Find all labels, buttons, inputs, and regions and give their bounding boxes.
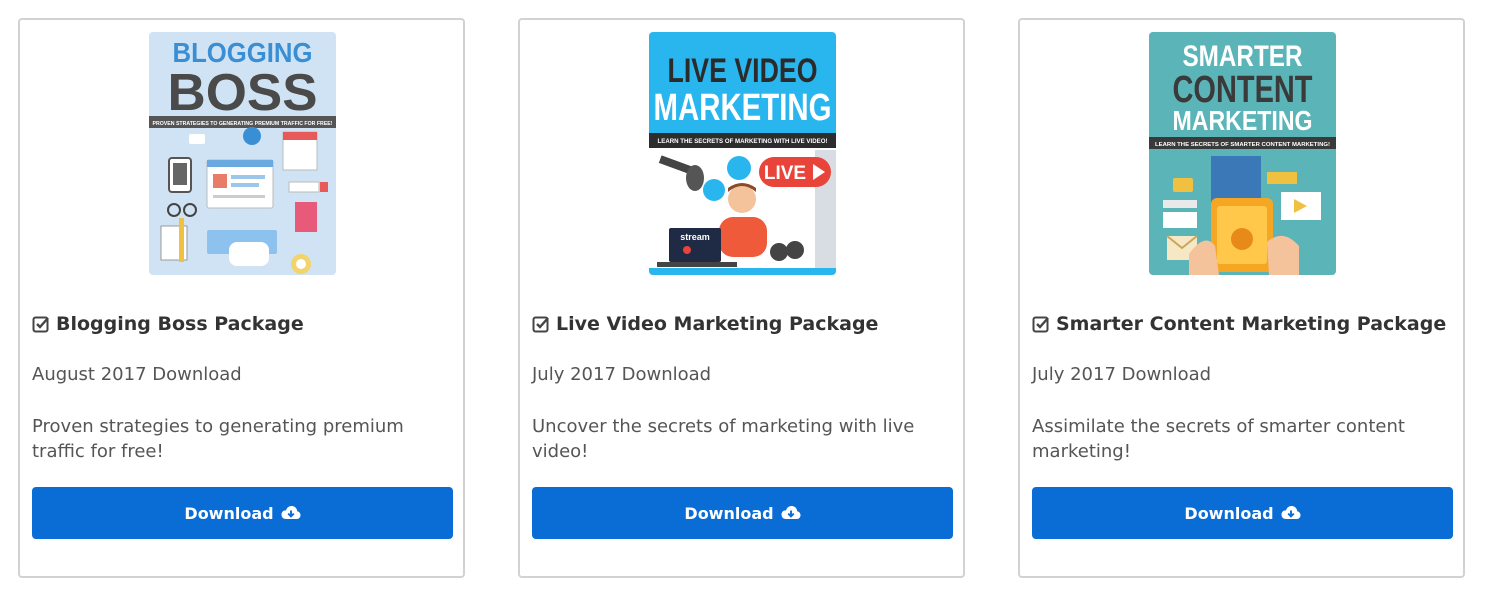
product-description: Uncover the secrets of marketing with li…	[532, 416, 915, 462]
download-button-label: Download	[184, 503, 274, 523]
svg-text:LIVE: LIVE	[764, 163, 806, 184]
product-title-text: Live Video Marketing Package	[556, 313, 879, 335]
check-square-icon	[1032, 315, 1050, 333]
svg-text:MARKETING: MARKETING	[1173, 105, 1313, 136]
product-date: July 2017 Download	[1032, 364, 1212, 385]
check-square-icon	[532, 315, 550, 333]
download-button[interactable]: Download	[1032, 487, 1453, 539]
product-grid: BLOGGING BOSS PROVEN STRATEGIES TO GENER…	[0, 0, 1488, 599]
product-card-blogging-boss: BLOGGING BOSS PROVEN STRATEGIES TO GENER…	[18, 18, 465, 578]
download-button-label: Download	[1184, 503, 1274, 523]
product-description: Assimilate the secrets of smarter conten…	[1032, 416, 1405, 462]
product-cover-image: SMARTER CONTENT MARKETING LEARN THE SECR…	[1149, 32, 1336, 275]
product-description: Proven strategies to generating premium …	[32, 416, 404, 462]
svg-text:LEARN THE SECRETS OF MARKETING: LEARN THE SECRETS OF MARKETING WITH LIVE…	[658, 139, 828, 145]
product-card-live-video-marketing: LIVE VIDEO MARKETING LEARN THE SECRETS O…	[518, 18, 965, 578]
product-cover-image: BLOGGING BOSS PROVEN STRATEGIES TO GENER…	[149, 32, 336, 275]
svg-text:BOSS: BOSS	[168, 64, 318, 122]
download-button[interactable]: Download	[532, 487, 953, 539]
product-card-smarter-content-marketing: SMARTER CONTENT MARKETING LEARN THE SECR…	[1018, 18, 1465, 578]
cloud-download-icon	[1281, 505, 1301, 521]
cloud-download-icon	[781, 505, 801, 521]
download-button[interactable]: Download	[32, 487, 453, 539]
product-cover-image: LIVE VIDEO MARKETING LEARN THE SECRETS O…	[649, 32, 836, 275]
svg-text:PROVEN STRATEGIES TO GENERATIN: PROVEN STRATEGIES TO GENERATING PREMIUM …	[153, 121, 333, 127]
product-title[interactable]: Live Video Marketing Package	[532, 313, 955, 335]
svg-text:stream: stream	[680, 232, 710, 242]
download-button-label: Download	[684, 503, 774, 523]
product-title[interactable]: Smarter Content Marketing Package	[1032, 313, 1455, 335]
product-date: July 2017 Download	[532, 364, 712, 385]
svg-text:MARKETING: MARKETING	[654, 87, 832, 129]
check-square-icon	[32, 315, 50, 333]
product-title[interactable]: Blogging Boss Package	[32, 313, 455, 335]
product-title-text: Blogging Boss Package	[56, 313, 304, 335]
svg-text:LEARN THE SECRETS OF SMARTER C: LEARN THE SECRETS OF SMARTER CONTENT MAR…	[1155, 142, 1330, 148]
svg-text:LIVE VIDEO: LIVE VIDEO	[668, 52, 818, 90]
product-date: August 2017 Download	[32, 364, 242, 385]
product-title-text: Smarter Content Marketing Package	[1056, 313, 1447, 335]
cloud-download-icon	[281, 505, 301, 521]
